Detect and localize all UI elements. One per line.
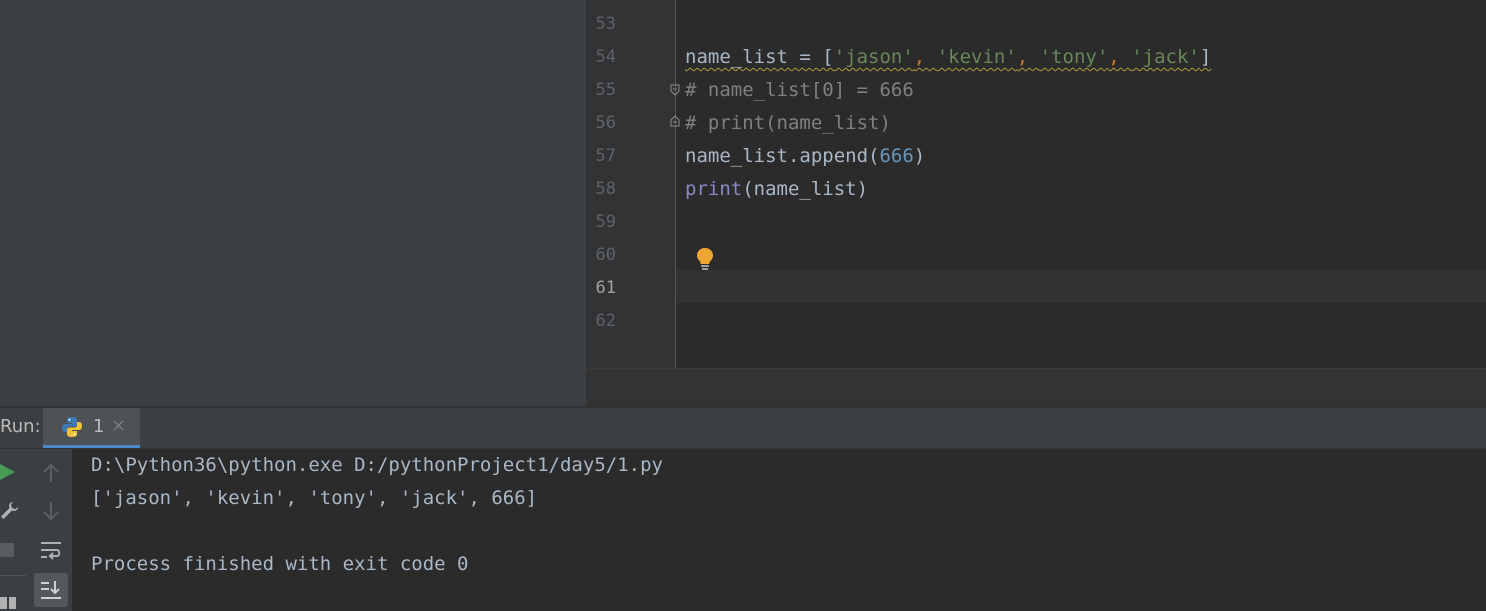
console-output[interactable]: D:\Python36\python.exe D:/pythonProject1… bbox=[91, 449, 663, 581]
line-number: 55 bbox=[595, 80, 616, 100]
code-editor[interactable]: 53 54 55 56 57 58 59 60 61 62 name_list … bbox=[586, 0, 1486, 406]
soft-wrap-icon[interactable] bbox=[40, 540, 62, 560]
run-tab-label: 1 bbox=[93, 416, 105, 437]
fold-icon[interactable] bbox=[670, 84, 680, 96]
code-line-57[interactable]: name_list.append(666) bbox=[685, 140, 925, 173]
comma-token: , bbox=[1108, 46, 1132, 68]
run-header: Run: 1 × bbox=[0, 408, 1486, 449]
wrench-icon[interactable] bbox=[0, 501, 20, 521]
run-tool-window: Run: 1 × D:\Python36\python.exe D:/pytho… bbox=[0, 406, 1486, 611]
string-token: 'jack' bbox=[1131, 46, 1200, 68]
console-line: ['jason', 'kevin', 'tony', 'jack', 666] bbox=[91, 487, 538, 509]
run-label: Run: bbox=[0, 416, 41, 437]
console-line: D:\Python36\python.exe D:/pythonProject1… bbox=[91, 454, 663, 476]
code-line-55[interactable]: # name_list[0] = 666 bbox=[685, 74, 914, 107]
code-line-58[interactable]: print(name_list) bbox=[685, 173, 868, 206]
code-token: ) bbox=[913, 145, 926, 167]
run-toolbar-secondary bbox=[30, 449, 72, 611]
gutter-separator bbox=[675, 0, 676, 368]
comma-token: , bbox=[913, 46, 937, 68]
fold-icon[interactable] bbox=[670, 115, 680, 127]
string-token: 'tony' bbox=[1039, 46, 1109, 68]
number-token: 666 bbox=[879, 145, 914, 167]
toolbar-separator bbox=[0, 575, 26, 576]
run-tab[interactable]: 1 × bbox=[43, 408, 140, 448]
editor-footer bbox=[586, 369, 1486, 406]
up-arrow-icon[interactable] bbox=[42, 463, 60, 483]
run-icon[interactable] bbox=[0, 463, 16, 481]
lightbulb-icon[interactable] bbox=[696, 247, 714, 271]
current-line-highlight bbox=[676, 270, 1486, 303]
line-number: 60 bbox=[595, 245, 616, 265]
line-number: 56 bbox=[595, 113, 616, 133]
code-token: name_list.append( bbox=[685, 145, 880, 167]
code-line-56[interactable]: # print(name_list) bbox=[685, 107, 891, 140]
run-toolbar-primary bbox=[0, 449, 30, 611]
line-number-current: 61 bbox=[595, 278, 616, 298]
scroll-to-end-button[interactable] bbox=[34, 573, 68, 607]
line-number: 54 bbox=[595, 47, 616, 67]
line-number-gutter: 53 54 55 56 57 58 59 60 61 62 bbox=[586, 0, 676, 368]
python-icon bbox=[62, 417, 82, 437]
close-icon[interactable]: × bbox=[111, 415, 126, 436]
string-token: 'kevin' bbox=[936, 46, 1017, 68]
line-number: 53 bbox=[595, 14, 616, 34]
code-token: name_list = [ bbox=[685, 46, 834, 68]
builtin-token: print bbox=[685, 178, 743, 200]
comma-token: , bbox=[1016, 46, 1040, 68]
layout-icon[interactable] bbox=[0, 595, 18, 611]
string-token: 'jason' bbox=[833, 46, 914, 68]
code-line-54[interactable]: name_list = ['jason', 'kevin', 'tony', '… bbox=[685, 41, 1211, 74]
line-number: 62 bbox=[595, 311, 616, 331]
console-line: Process finished with exit code 0 bbox=[91, 553, 469, 575]
line-number: 57 bbox=[595, 146, 616, 166]
stop-icon[interactable] bbox=[0, 543, 14, 557]
line-number: 59 bbox=[595, 212, 616, 232]
project-panel bbox=[0, 0, 586, 406]
code-token: ] bbox=[1199, 46, 1212, 68]
code-token: (name_list) bbox=[742, 178, 869, 200]
scroll-to-end-icon bbox=[41, 581, 61, 599]
line-number: 58 bbox=[595, 179, 616, 199]
down-arrow-icon[interactable] bbox=[42, 501, 60, 521]
